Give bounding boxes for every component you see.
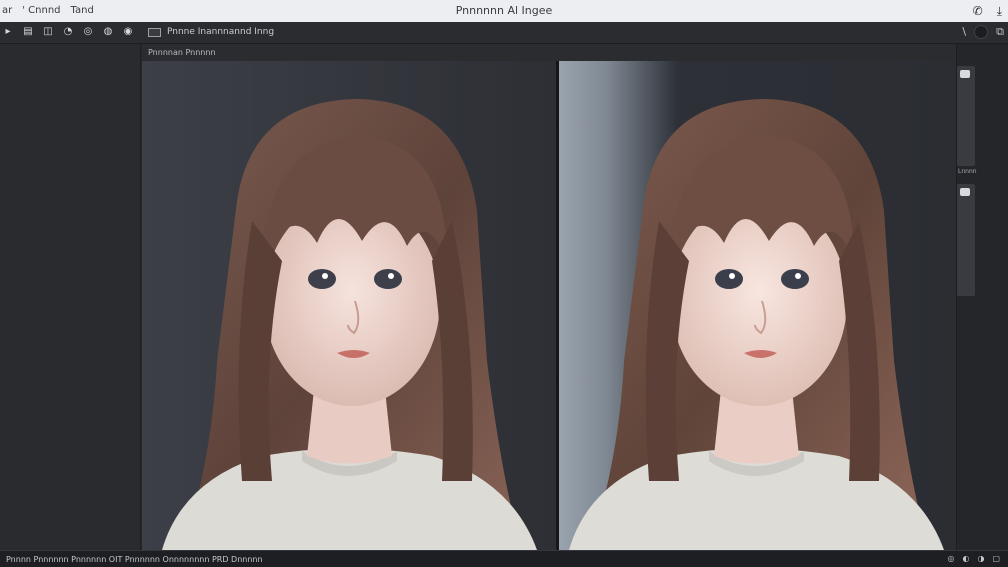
status-bar: Pnnnn Pnnnnnn Pnnnnnn OIT Pnnnnnn Onnnnn… <box>0 550 1008 567</box>
brush-icon[interactable]: \ <box>962 25 966 39</box>
enhanced-image-pane[interactable] <box>559 61 956 550</box>
window-title: Pnnnnnn Al Ingee <box>455 4 553 17</box>
image-file-icon <box>148 27 161 37</box>
dock-scroll-handle-2[interactable] <box>960 188 970 196</box>
right-dock: Lnnnn <box>956 44 1008 550</box>
status-text: Pnnnn Pnnnnnn Pnnnnnn OIT Pnnnnnn Onnnnn… <box>6 555 263 564</box>
portrait-original <box>162 99 537 550</box>
toolbar: ▸ ▤ ◫ ◔ ◎ ◍ ◉ Pnnne Inannnannd Inng \ ⧉ <box>0 22 1008 44</box>
adjust-tool-icon[interactable]: ◔ <box>62 25 74 39</box>
status-actions: ◎ ◐ ◑ ▢ <box>947 553 1000 565</box>
left-panel <box>0 44 141 550</box>
title-bar: ar ' Cnnnd Tand Pnnnnnn Al Ingee ✆ ⤓ <box>0 0 1008 22</box>
dock-label: Lnnnn <box>958 168 977 175</box>
title-actions: ✆ ⤓ <box>973 3 1002 19</box>
toolbar-right: \ ⧉ <box>962 25 1004 39</box>
canvas-header-label: Pnnnnan Pnnnnn <box>148 48 216 57</box>
canvas-header: Pnnnnan Pnnnnn <box>142 44 956 61</box>
comparison-canvas[interactable] <box>142 61 956 550</box>
export-icon[interactable]: ⧉ <box>996 25 1004 39</box>
compare-icon[interactable]: ◑ <box>977 553 984 565</box>
layout-tool-icon[interactable]: ▤ <box>22 25 34 39</box>
record-icon[interactable] <box>974 25 989 39</box>
tool-group: ▸ ▤ ◫ ◔ ◎ ◍ ◉ <box>2 25 134 39</box>
fit-icon[interactable]: ▢ <box>992 553 1000 565</box>
document-label: Pnnne Inannnannd Inng <box>167 27 275 37</box>
portrait-enhanced <box>569 99 944 550</box>
settings-tool-icon[interactable]: ◉ <box>122 25 134 39</box>
dock-scrollbar-bottom[interactable] <box>957 184 975 296</box>
crop-tool-icon[interactable]: ◫ <box>42 25 54 39</box>
download-icon[interactable]: ⤓ <box>997 3 1002 19</box>
document-tab[interactable]: Pnnne Inannnannd Inng <box>148 27 274 37</box>
contrast-icon[interactable]: ◐ <box>962 553 969 565</box>
move-tool-icon[interactable]: ▸ <box>2 25 14 39</box>
zoom-icon[interactable]: ◎ <box>947 553 954 565</box>
original-image-pane[interactable] <box>142 61 556 550</box>
app-window: ar ' Cnnnd Tand Pnnnnnn Al Ingee ✆ ⤓ ▸ ▤… <box>0 0 1008 567</box>
dock-scroll-handle[interactable] <box>960 70 970 78</box>
phone-icon[interactable]: ✆ <box>973 3 983 19</box>
dock-scrollbar-top[interactable] <box>957 66 975 166</box>
mask-tool-icon[interactable]: ◍ <box>102 25 114 39</box>
filter-tool-icon[interactable]: ◎ <box>82 25 94 39</box>
